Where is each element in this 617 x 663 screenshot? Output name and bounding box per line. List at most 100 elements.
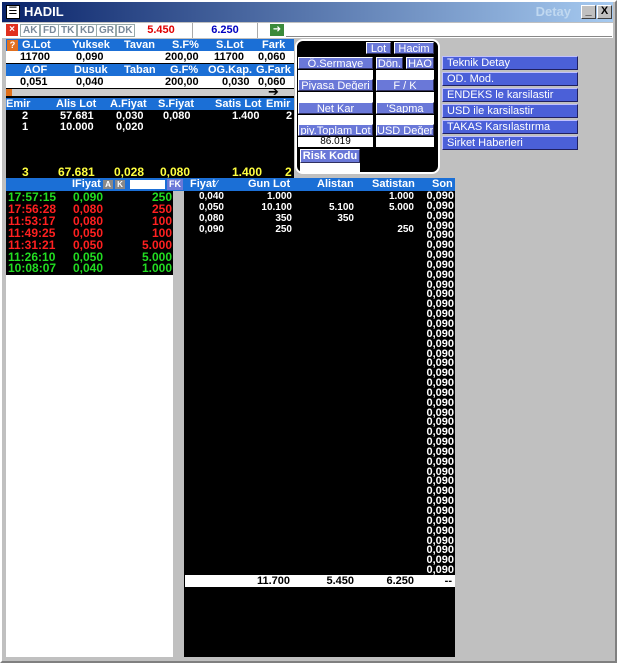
code-ak-button[interactable]: AK (20, 24, 41, 37)
depth-cell: 350 (337, 213, 354, 224)
close-button[interactable]: X (597, 5, 612, 19)
toolbar: × AK FD TK KD GR DK 5.450 6.250 ➜ (2, 23, 613, 38)
total-son: -- (444, 575, 452, 587)
trade-price: 0,040 (73, 261, 104, 276)
code-fd-button[interactable]: FD (40, 24, 60, 37)
val-dusuk: 0,040 (76, 76, 104, 88)
close-icon[interactable]: × (6, 24, 18, 36)
emir-row-1-satis-lot: 1.400 (232, 110, 260, 122)
emir-total-count: 3 (22, 165, 29, 179)
code-kd-button[interactable]: KD (77, 24, 98, 37)
sort-icon[interactable]: ⁄ (216, 179, 218, 190)
val-slot: 11700 (214, 51, 244, 63)
emir-total-a-fiyat: 0,028 (114, 165, 145, 179)
hacim-button[interactable]: Hacim (394, 42, 434, 54)
usd-degeri-value (376, 137, 434, 147)
total-satistan: 6.250 (386, 575, 414, 587)
window-subtitle: Detay (535, 4, 571, 19)
code-tk-button[interactable]: TK (58, 24, 78, 37)
minimize-button[interactable]: _ (581, 5, 596, 19)
trades-tag-a[interactable]: A (103, 180, 113, 189)
emir-row-1-s-fiyat: 0,080 (163, 110, 191, 122)
risk-kodu-button[interactable]: Risk Kodu (300, 149, 360, 163)
hao-button[interactable]: HAO (406, 57, 434, 69)
depth-cell: 1.000 (266, 191, 292, 202)
risk-kodu-value (300, 163, 360, 173)
go-arrow-icon[interactable]: ➜ (270, 24, 284, 36)
emir-total-emir: 2 (285, 165, 292, 179)
trade-price: 0,050 (73, 237, 104, 252)
son-price-list: 0,090 0,090 0,090 0,090 0,090 0,090 0,090 0,090… (417, 191, 454, 577)
trade-row: 11:53:17 0,080 100 (8, 215, 173, 227)
hdr-s-fiyat: S.Fiyat (158, 98, 195, 110)
hdr-taban: Taban (124, 64, 156, 76)
piy-toplam-lot-value: 86.019 (298, 137, 373, 147)
depth-cell: 0,080 (198, 213, 224, 224)
help-icon[interactable]: ? (7, 40, 18, 51)
menu-teknik-detay[interactable]: Teknik Detay (442, 56, 578, 70)
depth-cell: 0,050 (198, 202, 224, 213)
don-button[interactable]: Dön. (376, 57, 403, 69)
trades-header-label: IFiyat (72, 178, 101, 190)
depth-cell: 250 (397, 224, 414, 235)
right-arrow-icon[interactable]: ➔ (268, 85, 284, 98)
usd-degeri-button[interactable]: USD Değeri (376, 124, 434, 136)
progress-track (6, 89, 294, 96)
hdr-a-fiyat: A.Fiyat (110, 98, 147, 110)
menu-od-mod[interactable]: OD. Mod. (442, 72, 578, 86)
code-gr-button[interactable]: GR (96, 24, 117, 37)
emir-total-alis-lot: 67.681 (58, 165, 95, 179)
total-gun-lot: 11.700 (256, 575, 290, 587)
val-gf: 200,00 (165, 76, 199, 88)
val-sf: 200,00 (165, 51, 199, 63)
fk-ratio-value (376, 92, 434, 102)
trades-tag-k[interactable]: K (115, 180, 125, 189)
val-yuksek: 0,090 (76, 51, 104, 63)
menu-endeks-karsilastir[interactable]: ENDEKS le karsilastir (442, 88, 578, 102)
progress-fill (6, 89, 12, 96)
command-input[interactable] (286, 24, 612, 37)
hdr-sf: S.F% (172, 39, 199, 51)
satis-price: 6.250 (192, 23, 258, 38)
hdr-aof: AOF (24, 64, 48, 76)
emir-total-s-fiyat: 0,080 (160, 165, 191, 179)
depth-hdr-son: Son (432, 178, 453, 190)
trade-time: 11:49:25 (8, 225, 56, 240)
hdr-emir-right: Emir (266, 98, 291, 110)
window-title: HADIL (24, 4, 64, 19)
piy-toplam-lot-button[interactable]: piy.Toplam Lot (298, 124, 373, 136)
summary-values-2 (6, 76, 294, 88)
depth-hdr-gun-lot: Gun Lot (248, 178, 291, 190)
son-price: 0,090 (426, 564, 454, 577)
trade-row: 10:08:07 0,040 1.000 (8, 262, 173, 274)
emir-row-2-alis-lot: 10.000 (60, 121, 94, 133)
depth-cell: 0,090 (198, 224, 224, 235)
trade-lot: 5.000 (141, 237, 172, 252)
menu-sirket-haberleri[interactable]: Sirket Haberleri (442, 136, 578, 150)
sapma-button[interactable]: 'Sapma (376, 102, 434, 114)
depth-cell: 250 (275, 224, 292, 235)
fk-ratio-button[interactable]: F / K (376, 79, 434, 91)
hdr-ogkap: OG.Kap. (208, 64, 253, 76)
depth-cell: 5.100 (328, 202, 354, 213)
hdr-slot: S.Lot (216, 39, 244, 51)
lot-button[interactable]: Lot (366, 42, 391, 54)
trades-fk-button[interactable]: FK (167, 179, 183, 190)
val-glot: 11700 (20, 51, 50, 63)
piyasa-degeri-button[interactable]: Piyasa Değeri (298, 79, 373, 91)
hdr-alis-lot: Alis Lot (56, 98, 97, 110)
depth-hdr-fiyat: Fiyat (190, 178, 216, 190)
menu-usd-karsilastir[interactable]: USD ile karsilastir (442, 104, 578, 118)
hdr-tavan: Tavan (124, 39, 155, 51)
net-kar-button[interactable]: Net Kar (298, 102, 373, 114)
depth-cell: 1.000 (388, 191, 414, 202)
val-ogkap: 0,030 (222, 76, 250, 88)
title-bar: ☰ HADIL Detay _ X (2, 2, 613, 22)
trade-time: 11:53:17 (8, 213, 56, 228)
trade-lot: 100 (151, 225, 172, 240)
depth-cell: 0,040 (198, 191, 224, 202)
osermaye-button[interactable]: Ö.Sermaye (298, 57, 373, 69)
menu-takas-karsilastirma[interactable]: TAKAS Karsılastırma (442, 120, 578, 134)
trade-time: 11:31:21 (8, 237, 56, 252)
trades-filter-input[interactable] (130, 180, 165, 189)
